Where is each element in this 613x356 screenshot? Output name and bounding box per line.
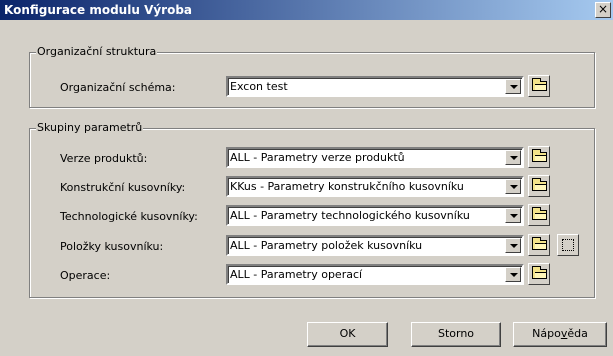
- chevron-down-icon[interactable]: [505, 267, 521, 282]
- operations-value: ALL - Parametry operací: [230, 268, 363, 281]
- folder-icon: [532, 78, 547, 91]
- folder-icon: [532, 178, 547, 191]
- org-schema-label: Organizační schéma:: [60, 81, 176, 94]
- product-versions-select[interactable]: ALL - Parametry verze produktů: [226, 147, 524, 168]
- org-schema-browse-button[interactable]: [528, 75, 550, 97]
- bom-items-label: Položky kusovníku:: [60, 240, 164, 253]
- chevron-down-icon[interactable]: [505, 208, 521, 223]
- product-versions-browse-button[interactable]: [528, 146, 550, 168]
- design-bom-value: KKus - Parametry konstrukčního kusovníku: [230, 180, 464, 193]
- window-title: Konfigurace modulu Výroba: [4, 3, 193, 17]
- ok-button[interactable]: OK: [307, 322, 388, 347]
- help-label-suffix: ěda: [567, 327, 588, 340]
- chevron-down-icon[interactable]: [505, 79, 521, 94]
- technology-bom-label: Technologické kusovníky:: [60, 210, 198, 223]
- chevron-down-icon[interactable]: [505, 179, 521, 194]
- chevron-down-icon[interactable]: [505, 238, 521, 253]
- help-button[interactable]: Nápověda: [513, 322, 607, 347]
- folder-icon: [532, 149, 547, 162]
- technology-bom-value: ALL - Parametry technologického kusovník…: [230, 209, 470, 222]
- bom-items-select[interactable]: ALL - Parametry položek kusovníku: [226, 235, 524, 256]
- operations-browse-button[interactable]: [528, 263, 550, 285]
- product-versions-label: Verze produktů:: [60, 152, 148, 165]
- design-bom-select[interactable]: KKus - Parametry konstrukčního kusovníku: [226, 176, 524, 197]
- design-bom-browse-button[interactable]: [528, 175, 550, 197]
- technology-bom-browse-button[interactable]: [528, 204, 550, 226]
- help-label-prefix: Nápo: [532, 327, 561, 340]
- folder-icon: [532, 266, 547, 279]
- org-schema-value: Excon test: [230, 80, 288, 93]
- bom-items-value: ALL - Parametry položek kusovníku: [230, 239, 423, 252]
- folder-icon: [532, 207, 547, 220]
- bom-items-details-button[interactable]: [557, 234, 579, 256]
- title-bar: Konfigurace modulu Výroba ×: [0, 0, 613, 20]
- cancel-button[interactable]: Storno: [411, 322, 501, 347]
- product-versions-value: ALL - Parametry verze produktů: [230, 151, 405, 164]
- design-bom-label: Konstrukční kusovníky:: [60, 181, 186, 194]
- ellipsis-icon: [562, 239, 574, 251]
- close-button[interactable]: ×: [595, 2, 611, 18]
- bom-items-browse-button[interactable]: [528, 234, 550, 256]
- folder-icon: [532, 237, 547, 250]
- technology-bom-select[interactable]: ALL - Parametry technologického kusovník…: [226, 205, 524, 226]
- parameter-groups-legend: Skupiny parametrů: [36, 121, 144, 135]
- operations-label: Operace:: [60, 269, 111, 282]
- chevron-down-icon[interactable]: [505, 150, 521, 165]
- operations-select[interactable]: ALL - Parametry operací: [226, 264, 524, 285]
- org-structure-legend: Organizační struktura: [36, 45, 158, 59]
- org-schema-select[interactable]: Excon test: [226, 76, 524, 97]
